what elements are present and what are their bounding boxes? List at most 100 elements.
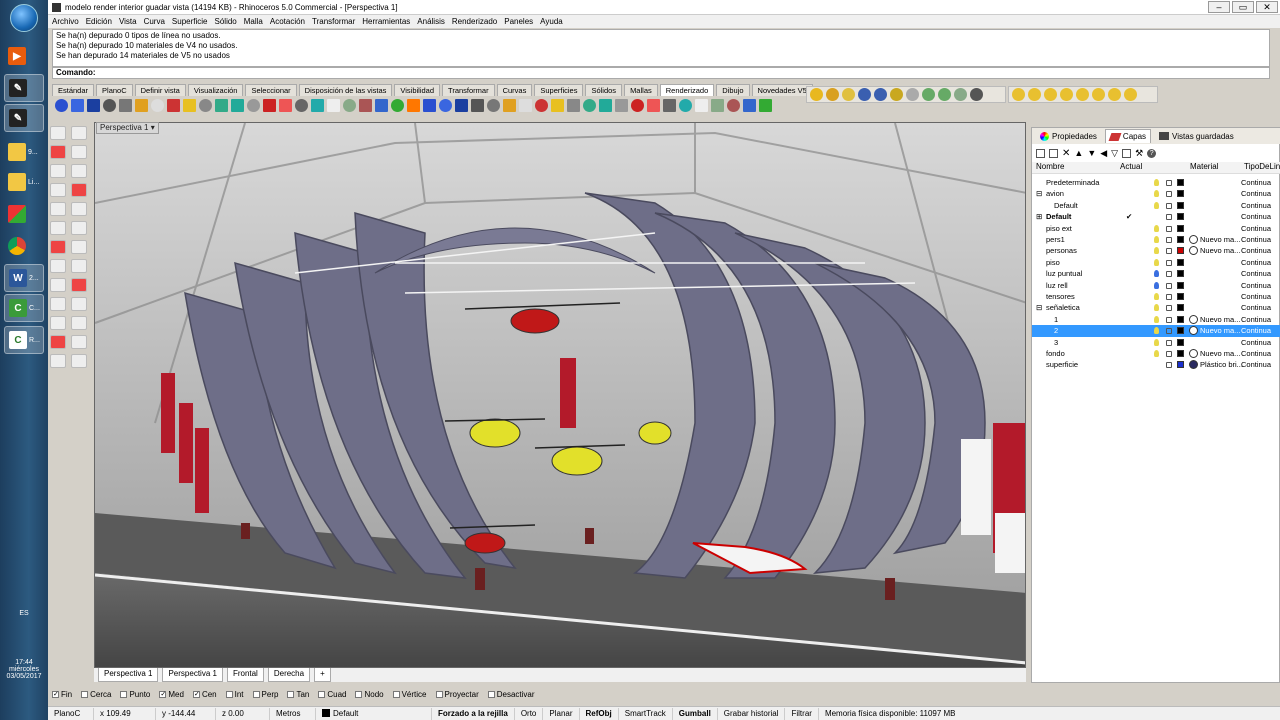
taskbar-word[interactable]: W 2...	[4, 264, 44, 292]
toolbar-button[interactable]	[55, 99, 68, 112]
layer-color-swatch[interactable]	[1177, 327, 1184, 335]
visibility-bulb-icon[interactable]	[1154, 190, 1159, 198]
toolbar-button[interactable]	[647, 99, 660, 112]
toolbar-button[interactable]	[199, 99, 212, 112]
status-layer[interactable]: Default	[316, 707, 432, 720]
toolbar-button[interactable]	[343, 99, 356, 112]
layer-color-swatch[interactable]	[1177, 315, 1184, 323]
status-toggle[interactable]: Orto	[515, 707, 544, 720]
layer-linetype[interactable]: Continua	[1241, 314, 1271, 325]
status-toggle[interactable]: Grabar historial	[718, 707, 786, 720]
layer-linetype[interactable]: Continua	[1241, 359, 1271, 370]
visibility-bulb-icon[interactable]	[1154, 270, 1159, 278]
toolbox-button[interactable]	[50, 259, 66, 273]
toolbar-button[interactable]	[663, 99, 676, 112]
toolbar-button[interactable]	[423, 99, 436, 112]
toolbox-button[interactable]	[71, 145, 87, 159]
toolbar-button[interactable]	[391, 99, 404, 112]
menu-item-11[interactable]: Renderizado	[452, 17, 497, 26]
layer-row[interactable]: 2 Nuevo ma... Continua	[1032, 325, 1280, 337]
render-tool-button[interactable]	[938, 88, 951, 101]
visibility-bulb-icon[interactable]	[1154, 247, 1159, 255]
layer-color-swatch[interactable]	[1177, 213, 1184, 221]
toolbar-button[interactable]	[247, 99, 260, 112]
layer-color-swatch[interactable]	[1177, 281, 1184, 289]
render-tool-button[interactable]	[922, 88, 935, 101]
osnap-1[interactable]: Cerca	[81, 690, 111, 699]
material-sphere-icon[interactable]	[1189, 246, 1198, 256]
layer-row[interactable]: 3 Continua	[1032, 337, 1280, 348]
toolbar-button[interactable]	[567, 99, 580, 112]
taskbar-camtasia-2[interactable]: C R...	[4, 326, 44, 354]
toolbar-button[interactable]	[119, 99, 132, 112]
taskbar-office[interactable]	[4, 200, 44, 228]
maximize-icon[interactable]: ▭	[1232, 1, 1254, 13]
toolbox-button[interactable]	[71, 126, 87, 140]
layer-row[interactable]: 1 Nuevo ma... Continua	[1032, 314, 1280, 325]
light-tool-button[interactable]	[1076, 88, 1089, 101]
visibility-bulb-icon[interactable]	[1154, 179, 1159, 186]
status-cplane[interactable]: PlanoC	[48, 707, 94, 720]
lock-icon[interactable]	[1166, 328, 1172, 335]
layer-linetype[interactable]: Continua	[1241, 337, 1271, 348]
toolbox-button[interactable]	[50, 354, 66, 368]
toolbar-button[interactable]	[599, 99, 612, 112]
toolbar-tab[interactable]: Definir vista	[134, 84, 186, 96]
layer-linetype[interactable]: Continua	[1241, 268, 1271, 279]
menu-item-1[interactable]: Edición	[86, 17, 112, 26]
light-tool-button[interactable]	[1044, 88, 1057, 101]
light-tool-button[interactable]	[1028, 88, 1041, 101]
toolbar-tab[interactable]: Visualización	[187, 84, 244, 96]
toolbar-button[interactable]	[455, 99, 468, 112]
toolbar-button[interactable]	[519, 99, 532, 112]
toolbox-button[interactable]	[71, 259, 87, 273]
command-input[interactable]: Comando:	[52, 67, 1270, 79]
perspective-viewport[interactable]	[94, 122, 1026, 668]
toolbox-button[interactable]	[71, 164, 87, 178]
toolbar-button[interactable]	[407, 99, 420, 112]
toolbar-button[interactable]	[135, 99, 148, 112]
toolbar-button[interactable]	[231, 99, 244, 112]
toolbar-tab[interactable]: Estándar	[52, 84, 95, 96]
osnap-4[interactable]: ✓ Cen	[192, 690, 217, 699]
visibility-bulb-icon[interactable]	[1154, 224, 1159, 232]
lock-icon[interactable]	[1166, 237, 1172, 243]
toolbar-button[interactable]	[471, 99, 484, 112]
toolbar-button[interactable]	[183, 99, 196, 112]
toolbox-button[interactable]	[50, 202, 66, 216]
toolbar-button[interactable]	[487, 99, 500, 112]
status-toggle[interactable]: RefObj	[580, 707, 619, 720]
lock-icon[interactable]	[1166, 191, 1172, 198]
osnap-2[interactable]: Punto	[120, 690, 150, 699]
menu-item-6[interactable]: Malla	[244, 17, 263, 26]
layer-linetype[interactable]: Continua	[1241, 280, 1271, 291]
expand-icon[interactable]: ⊞	[1036, 211, 1042, 222]
taskbar-rhino-1[interactable]: ✎	[4, 74, 44, 102]
checkbox-icon[interactable]	[487, 690, 495, 698]
toolbar-button[interactable]	[631, 99, 644, 112]
checkbox-icon[interactable]	[318, 690, 326, 698]
lock-icon[interactable]	[1166, 305, 1172, 312]
layer-color-swatch[interactable]	[1177, 258, 1184, 266]
visibility-bulb-icon[interactable]	[1154, 338, 1159, 346]
minimize-icon[interactable]: –	[1208, 1, 1230, 13]
toolbox-button[interactable]	[71, 202, 87, 216]
osnap-10[interactable]: Vértice	[392, 690, 427, 699]
viewport-tab[interactable]: Frontal	[226, 668, 264, 682]
osnap-5[interactable]: Int	[225, 690, 244, 699]
toolbar-button[interactable]	[71, 99, 84, 112]
lock-icon[interactable]	[1166, 225, 1172, 232]
layer-row[interactable]: ⊞ Default ✔ Continua	[1032, 211, 1280, 222]
move-parent-icon[interactable]: ◀	[1100, 148, 1107, 159]
filter-icon[interactable]: ▽	[1111, 148, 1118, 159]
taskbar-chrome[interactable]	[4, 232, 44, 260]
osnap-3[interactable]: ✓ Med	[159, 690, 184, 699]
toolbar-tab[interactable]: Novedades V5	[751, 84, 813, 96]
toolbox-button[interactable]	[71, 335, 87, 349]
visibility-bulb-icon[interactable]	[1154, 201, 1159, 209]
toolbox-button[interactable]	[50, 278, 66, 292]
layer-row[interactable]: ⊟ señaletica Continua	[1032, 302, 1280, 313]
layer-linetype[interactable]: Continua	[1241, 234, 1271, 245]
taskbar-media-player[interactable]: ▶	[4, 42, 44, 70]
layer-row[interactable]: piso Continua	[1032, 257, 1280, 268]
